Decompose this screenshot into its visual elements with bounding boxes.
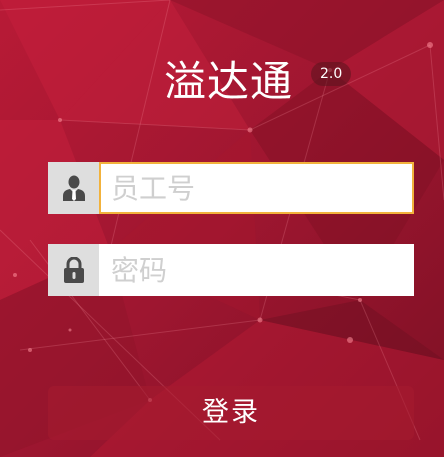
employee-id-input[interactable] (99, 162, 414, 214)
version-badge: 2.0 (311, 62, 352, 86)
employee-id-field (48, 162, 414, 214)
password-input[interactable] (99, 244, 414, 296)
app-title: 溢达通 (164, 57, 294, 106)
user-icon (48, 162, 99, 214)
lock-icon (48, 244, 99, 296)
app-header: 溢达通 2.0 (0, 52, 444, 112)
login-button[interactable]: 登录 (48, 386, 414, 440)
password-field (48, 244, 414, 296)
